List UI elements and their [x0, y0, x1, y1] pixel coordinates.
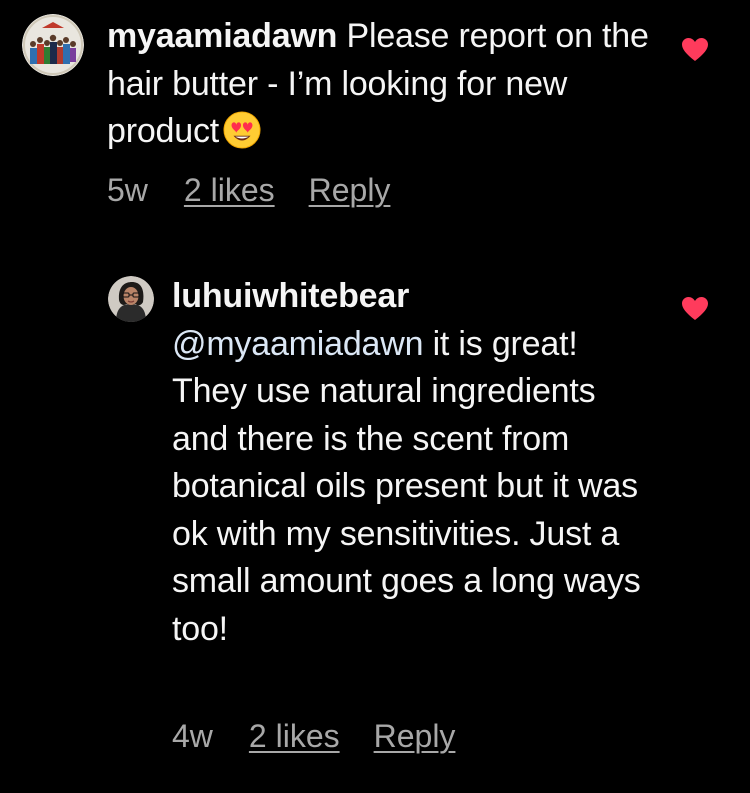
comment-2-body: luhuiwhitebear @myaamiadawn it is great!…: [172, 273, 642, 653]
heart-eyes-emoji-icon: [223, 111, 261, 149]
comment-1-body: myaamiadawn Please report on the hair bu…: [107, 13, 667, 156]
comment-1-age: 5w: [107, 172, 148, 208]
comment-1: myaamiadawn Please report on the hair bu…: [0, 0, 750, 230]
comment-1-meta: 5w 2 likes Reply: [107, 172, 390, 209]
comment-1-likes-link[interactable]: 2 likes: [184, 172, 275, 209]
heart-icon[interactable]: [682, 297, 708, 321]
avatar-myaamiadawn[interactable]: [22, 14, 84, 76]
comment-2-likes-link[interactable]: 2 likes: [249, 718, 340, 755]
comment-2-meta: 4w 2 likes Reply: [172, 718, 455, 755]
comment-1-username[interactable]: myaamiadawn: [107, 17, 337, 55]
comment-2: luhuiwhitebear @myaamiadawn it is great!…: [0, 260, 750, 793]
comment-2-age: 4w: [172, 718, 213, 754]
avatar-luhuiwhitebear[interactable]: [108, 276, 154, 322]
comment-2-username[interactable]: luhuiwhitebear: [172, 273, 642, 321]
comment-2-reply-button[interactable]: Reply: [374, 718, 456, 755]
comment-2-text: it is great! They use natural ingredient…: [172, 324, 641, 648]
heart-icon[interactable]: [682, 38, 708, 62]
comment-2-mention-link[interactable]: @myaamiadawn: [172, 325, 424, 363]
comment-1-reply-button[interactable]: Reply: [309, 172, 391, 209]
